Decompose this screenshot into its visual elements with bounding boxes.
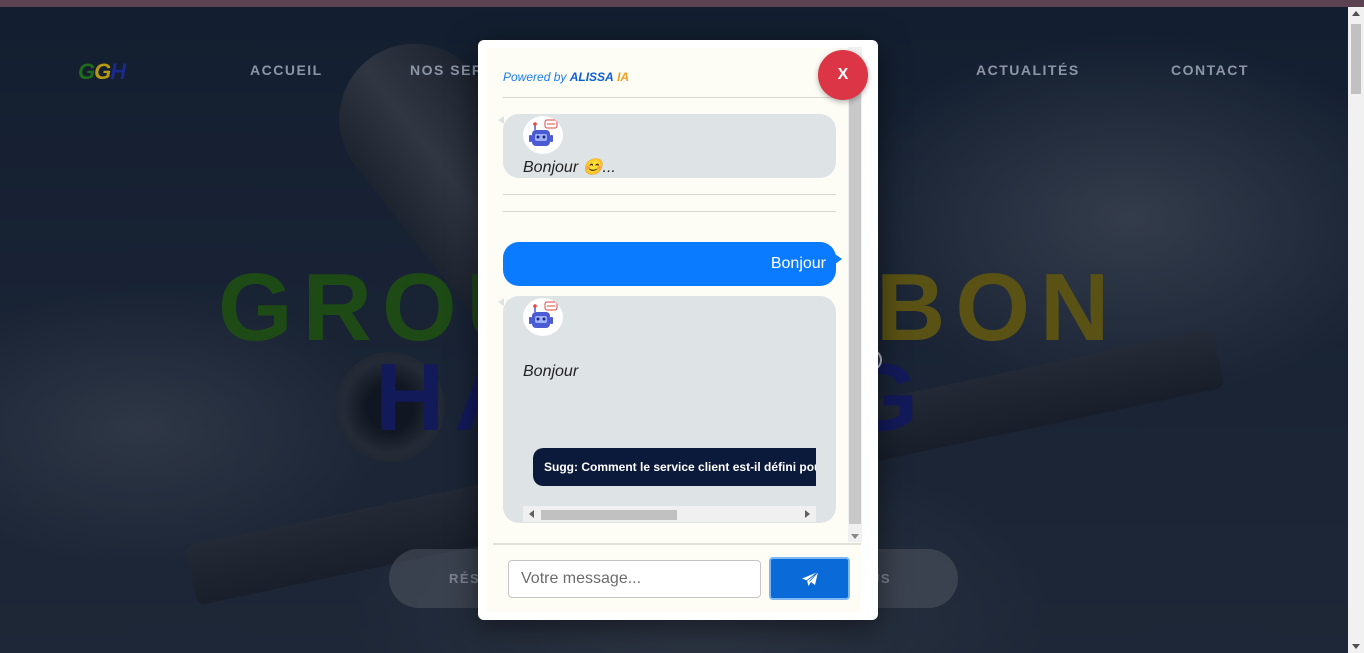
bot-message-text: Bonjour [523, 363, 579, 380]
powered-by-label: Powered by ALISSA IA [503, 70, 630, 84]
page-scrollbar[interactable] [1348, 7, 1364, 653]
page-scroll-thumb[interactable] [1351, 24, 1361, 94]
suggestion-scroller: Sugg: Comment le service client est-il d… [533, 448, 816, 486]
suggestion-chip[interactable]: Sugg: Comment le service client est-il d… [533, 448, 816, 486]
chat-scroll-thumb[interactable] [849, 57, 861, 524]
bot-avatar-icon [523, 116, 563, 154]
user-message: Bonjour [503, 242, 842, 286]
scroll-left-arrow-icon[interactable] [529, 510, 534, 518]
bot-avatar-icon [523, 298, 563, 336]
close-chat-button[interactable]: X [818, 50, 868, 100]
paper-plane-icon [801, 571, 818, 586]
top-strip [0, 0, 1364, 7]
scroll-down-arrow-icon[interactable] [1352, 644, 1360, 649]
chat-scroll-down-arrow-icon[interactable] [851, 534, 859, 539]
chat-scrollbar[interactable] [848, 47, 862, 542]
nav-actualites[interactable]: ACTUALITÉS [976, 62, 1080, 78]
divider [503, 97, 836, 98]
scroll-right-arrow-icon[interactable] [805, 510, 810, 518]
message-input[interactable] [508, 560, 761, 598]
hscroll-thumb[interactable] [541, 510, 677, 520]
scroll-up-arrow-icon[interactable] [1352, 11, 1360, 16]
send-button[interactable] [769, 557, 850, 600]
suggestion-hscrollbar[interactable] [523, 506, 816, 522]
nav-accueil[interactable]: ACCUEIL [250, 62, 323, 78]
bot-message: Bonjour Sugg: Comment le service client … [498, 296, 836, 523]
divider [503, 194, 836, 195]
nav-contact[interactable]: CONTACT [1171, 62, 1249, 78]
bot-message-text: Bonjour 😊... [523, 159, 616, 176]
site-logo[interactable]: GGH [78, 59, 126, 85]
bot-message: Bonjour 😊... [498, 114, 836, 178]
input-divider [493, 543, 861, 545]
divider [503, 211, 836, 212]
